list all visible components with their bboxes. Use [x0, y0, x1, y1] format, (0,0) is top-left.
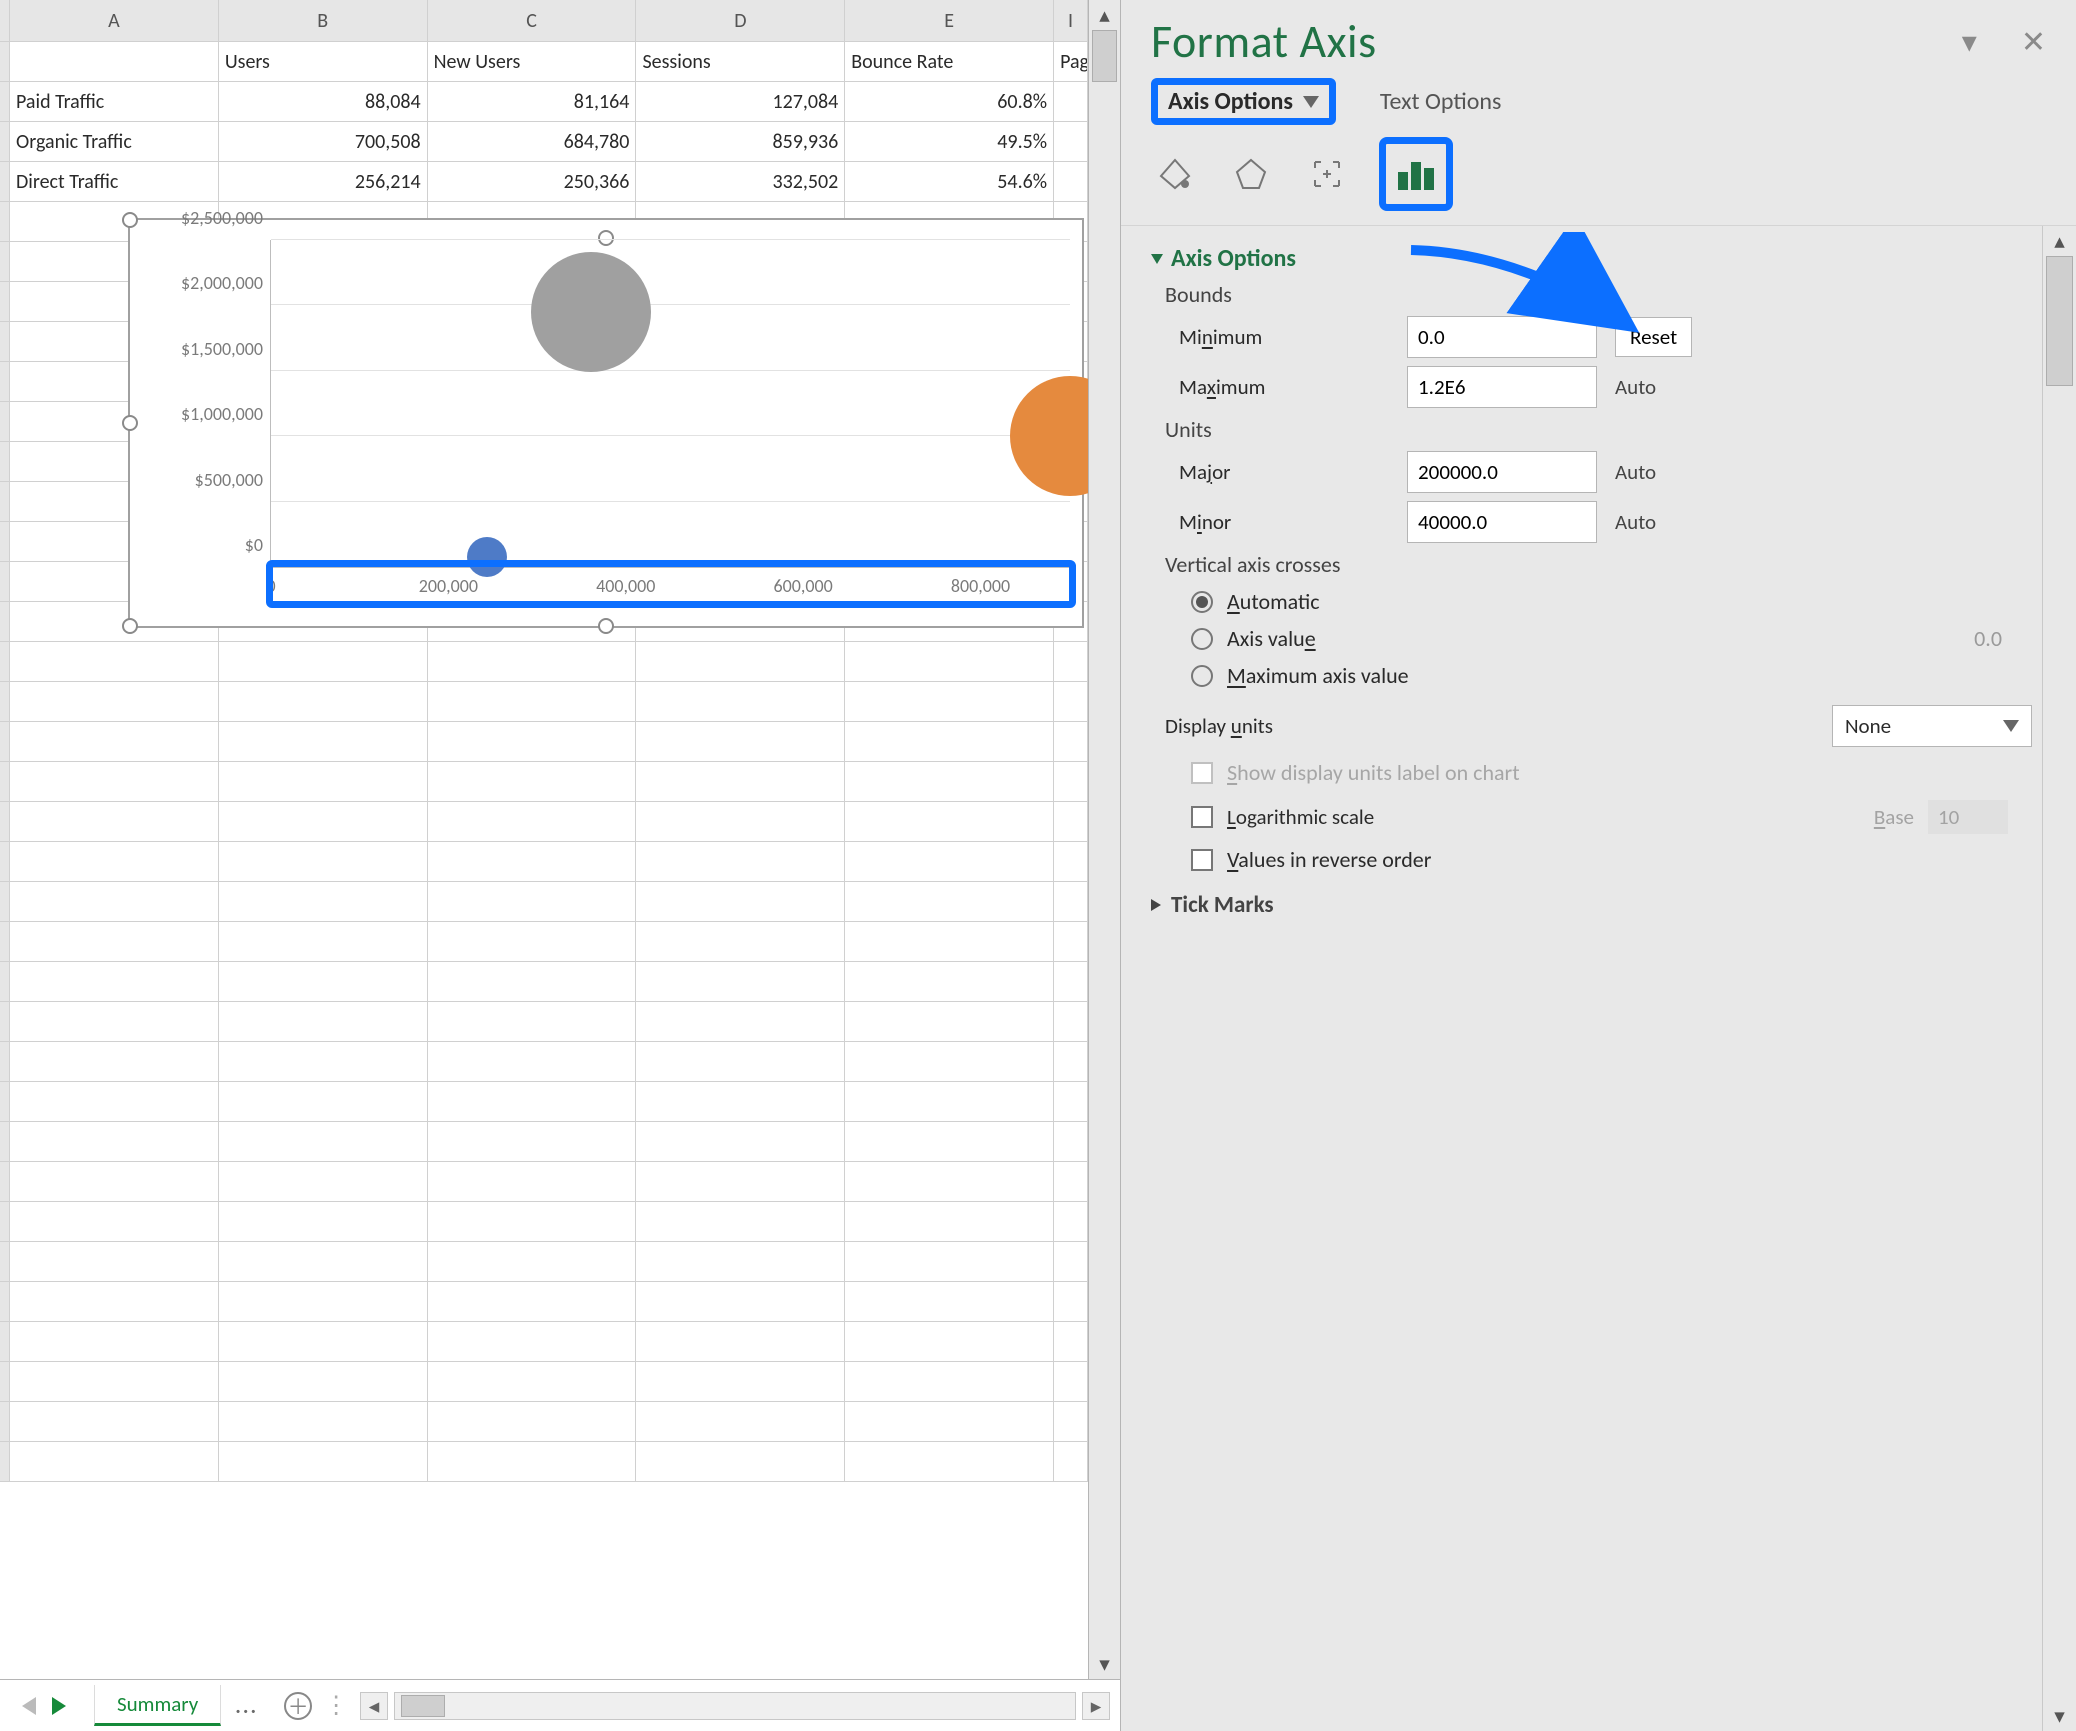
header-row: Users New Users Sessions Bounce Rate Pag… [0, 42, 1088, 82]
radio-max-axis-value[interactable]: Maximum axis value [1191, 662, 2032, 689]
tab-nav-left-icon[interactable] [22, 1697, 36, 1715]
reset-button[interactable]: Reset [1615, 317, 1692, 357]
panel-menu-icon[interactable]: ▾ [1962, 24, 1977, 61]
sheet-tabs: Summary ... ＋ ⋮ ◂ ▸ [0, 1679, 1120, 1731]
hscroll-right-icon[interactable]: ▸ [1082, 1692, 1110, 1720]
scroll-up-icon[interactable]: ▴ [1089, 0, 1120, 30]
tab-overflow[interactable]: ... [221, 1693, 272, 1719]
maximum-input[interactable] [1407, 366, 1597, 408]
resize-handle[interactable] [122, 415, 138, 431]
close-icon[interactable]: ✕ [2021, 24, 2046, 61]
x-axis-highlight [266, 560, 1076, 608]
bubble-direct[interactable] [531, 252, 651, 372]
col-A[interactable]: A [10, 0, 219, 41]
panel-scrollbar[interactable]: ▴ ▾ [2042, 226, 2076, 1731]
base-value: 10 [1928, 800, 2008, 834]
minor-input[interactable] [1407, 501, 1597, 543]
major-label: Major [1179, 459, 1389, 485]
chevron-down-icon [2003, 720, 2019, 732]
axis-options-section[interactable]: Axis Options [1151, 244, 2032, 273]
chevron-down-icon [1303, 96, 1319, 108]
effects-icon[interactable] [1227, 150, 1275, 198]
col-B[interactable]: B [219, 0, 428, 41]
axis-options-dropdown-highlight: Axis Options [1151, 78, 1336, 125]
table-row: Paid Traffic88,08481,164127,08460.8% [0, 82, 1088, 122]
axis-options-icon[interactable] [1392, 150, 1440, 198]
base-label: Base [1874, 804, 1914, 830]
minor-label: Minor [1179, 509, 1389, 535]
minimum-label: Minimum [1179, 324, 1389, 350]
table-row: Organic Traffic700,508684,780859,93649.5… [0, 122, 1088, 162]
scroll-down-icon[interactable]: ▾ [1089, 1649, 1120, 1679]
bubble-organic[interactable] [1010, 376, 1088, 496]
axis-options-dropdown[interactable]: Axis Options [1168, 87, 1319, 116]
bounds-label: Bounds [1165, 281, 2032, 308]
display-units-label: Display units [1165, 713, 1273, 739]
maximum-label: Maximum [1179, 374, 1389, 400]
log-scale-checkbox[interactable] [1191, 806, 1213, 828]
embedded-chart[interactable]: $0 $500,000 $1,000,000 $1,500,000 $2,000… [128, 218, 1084, 628]
reverse-order-checkbox[interactable]: Values in reverse order [1191, 846, 2032, 873]
resize-handle[interactable] [122, 618, 138, 634]
radio-automatic[interactable]: Automatic [1191, 588, 2032, 615]
table-row: Direct Traffic256,214250,366332,50254.6% [0, 162, 1088, 202]
axis-options-icon-highlight [1379, 137, 1453, 211]
col-I[interactable]: I [1054, 0, 1088, 41]
size-properties-icon[interactable] [1303, 150, 1351, 198]
resize-handle[interactable] [122, 212, 138, 228]
plot-area[interactable]: $0 $500,000 $1,000,000 $1,500,000 $2,000… [270, 240, 1070, 568]
text-options-tab[interactable]: Text Options [1380, 87, 1502, 116]
col-C[interactable]: C [428, 0, 637, 41]
panel-scroll-thumb[interactable] [2046, 256, 2073, 386]
auto-label: Auto [1615, 374, 1656, 400]
vertical-axis-crosses-label: Vertical axis crosses [1165, 551, 2032, 578]
col-E[interactable]: E [845, 0, 1054, 41]
units-label: Units [1165, 416, 2032, 443]
radio-axis-value[interactable]: Axis value0.0 [1191, 625, 2032, 652]
vertical-scrollbar[interactable]: ▴ ▾ [1088, 0, 1120, 1679]
tab-drag-icon[interactable]: ⋮ [324, 1691, 350, 1720]
display-units-select[interactable]: None [1832, 705, 2032, 747]
fill-line-icon[interactable] [1151, 150, 1199, 198]
column-headers: A B C D E I [0, 0, 1088, 42]
minimum-input[interactable] [1407, 316, 1597, 358]
resize-handle[interactable] [598, 618, 614, 634]
tab-nav-right-icon[interactable] [52, 1697, 66, 1715]
hscroll-thumb[interactable] [401, 1695, 445, 1717]
log-scale-label: Logarithmic scale [1227, 804, 1374, 830]
col-D[interactable]: D [636, 0, 845, 41]
show-display-units-checkbox: Show display units label on chart [1191, 759, 2032, 786]
tick-marks-section[interactable]: Tick Marks [1151, 891, 2032, 919]
scroll-thumb[interactable] [1092, 30, 1117, 82]
tab-summary[interactable]: Summary [94, 1685, 221, 1726]
major-input[interactable] [1407, 451, 1597, 493]
new-sheet-button[interactable]: ＋ [284, 1692, 312, 1720]
panel-title: Format Axis [1151, 14, 1377, 70]
horizontal-scrollbar[interactable]: ◂ ▸ [350, 1692, 1120, 1720]
hscroll-left-icon[interactable]: ◂ [360, 1692, 388, 1720]
